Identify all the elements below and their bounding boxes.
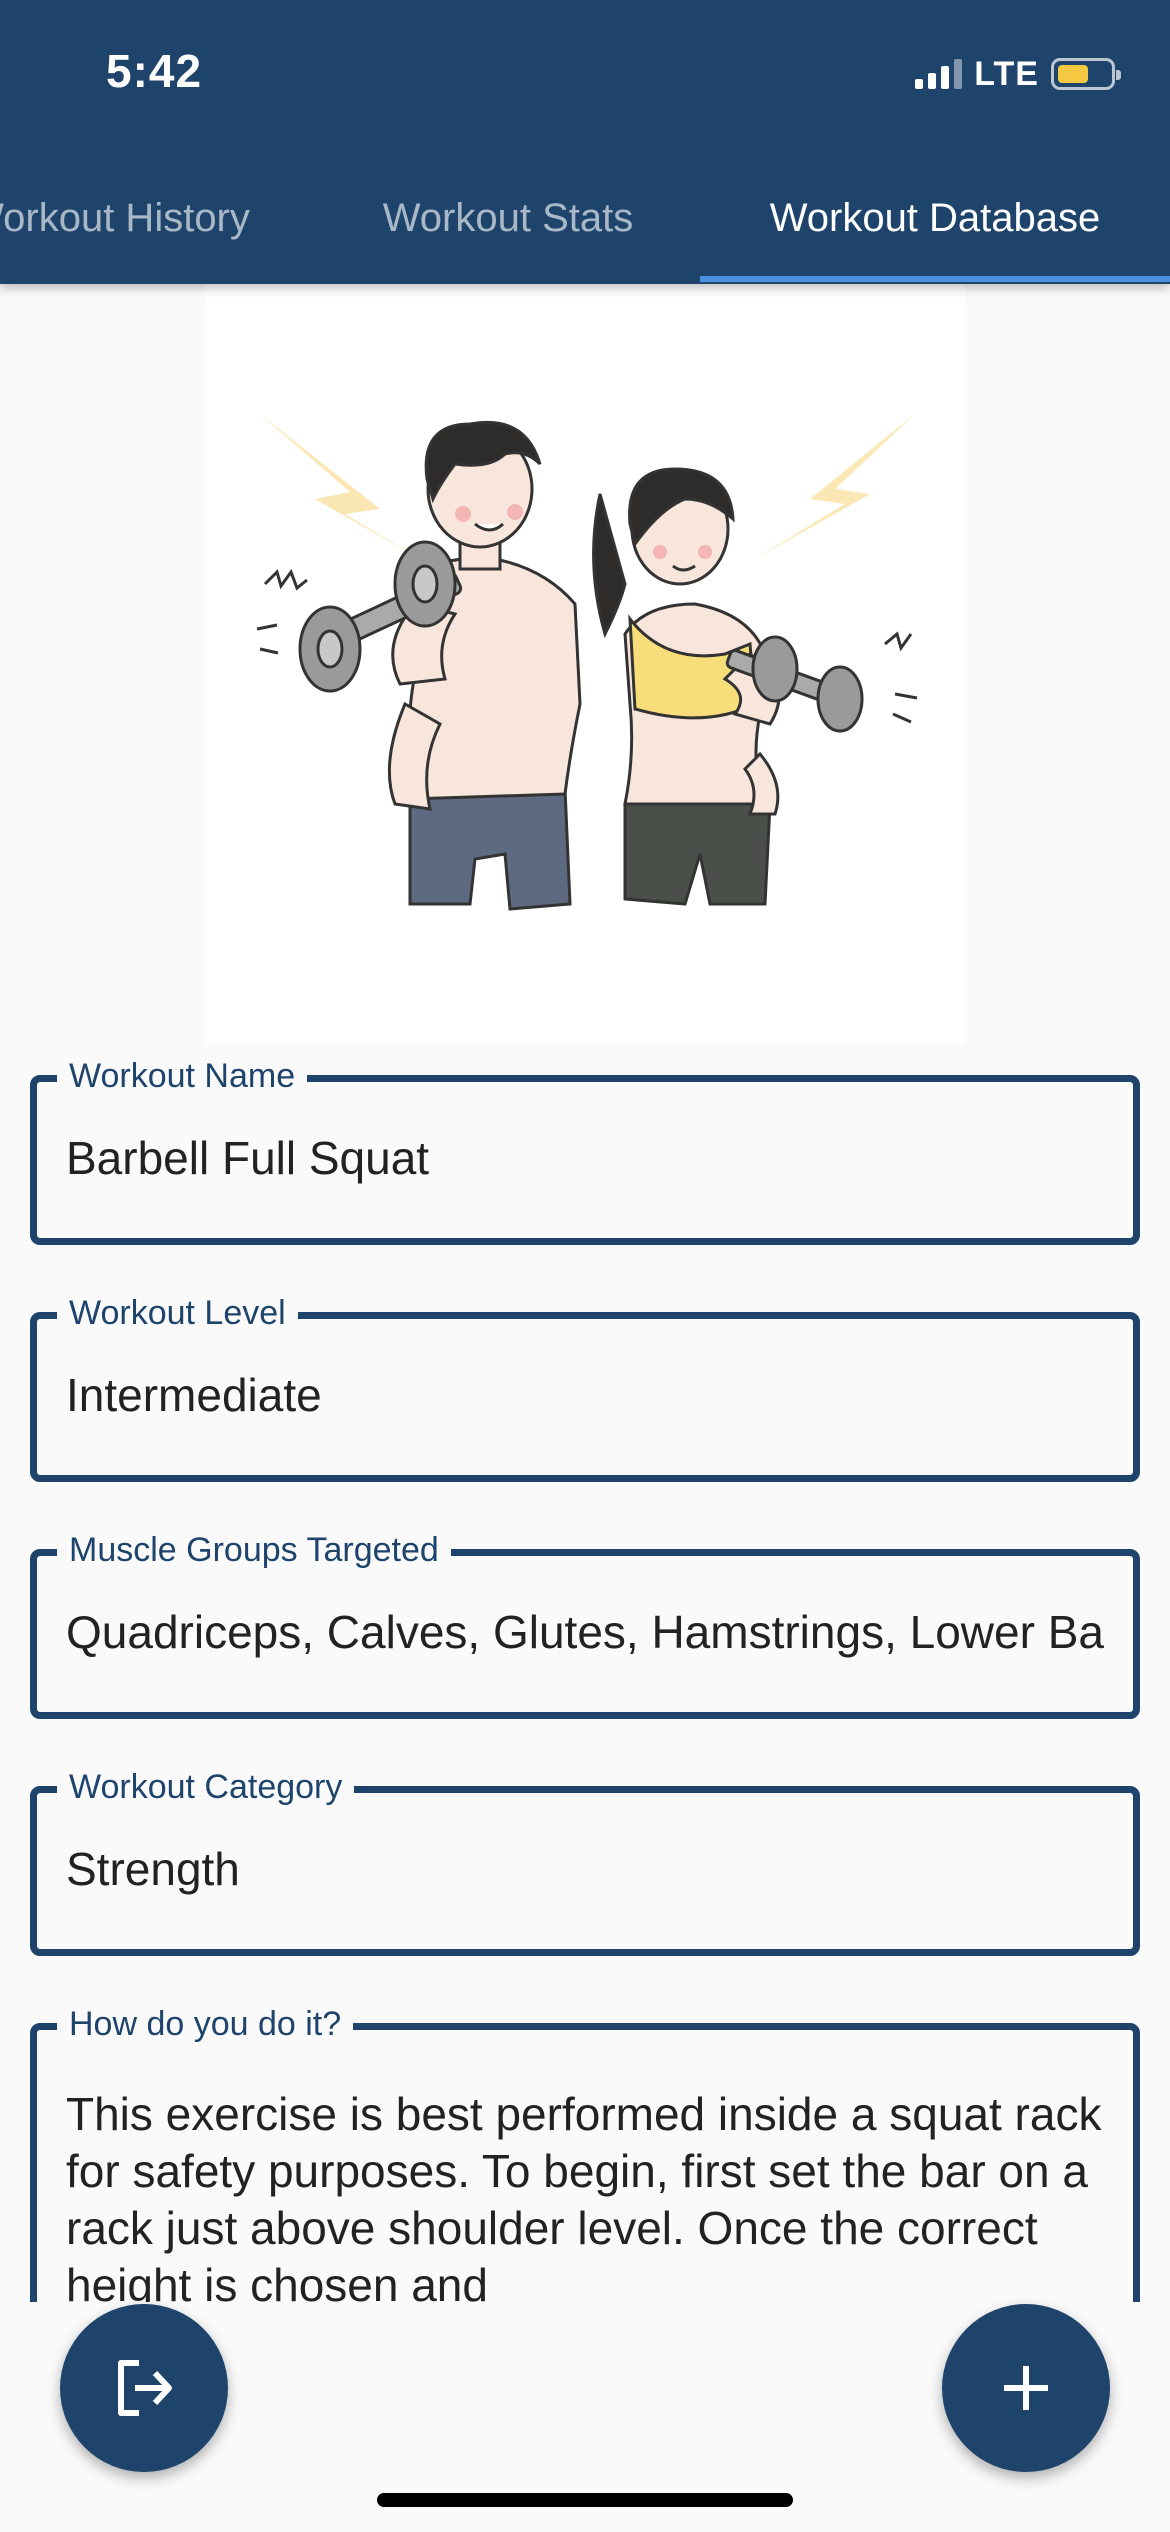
instructions-value[interactable]: This exercise is best performed inside a… [66, 2086, 1104, 2314]
workout-name-label: Workout Name [57, 1056, 308, 1096]
workout-category-label: Workout Category [57, 1767, 355, 1807]
app-screen: 5:42 LTE Workout History Workout Stats W… [0, 0, 1170, 2532]
tab-workout-stats[interactable]: Workout Stats [308, 160, 708, 284]
muscle-groups-label: Muscle Groups Targeted [57, 1530, 451, 1570]
workout-name-field[interactable]: Workout Name Barbell Full Squat [30, 1056, 1140, 1245]
battery-icon [1051, 58, 1121, 90]
home-indicator[interactable] [377, 2493, 793, 2507]
workout-level-value[interactable]: Intermediate [66, 1367, 1104, 1423]
logout-icon [118, 2360, 172, 2416]
tab-workout-database[interactable]: Workout Database [700, 160, 1170, 284]
logout-button[interactable] [60, 2304, 228, 2472]
tab-bar: Workout History Workout Stats Workout Da… [0, 160, 1170, 284]
tab-indicator [700, 276, 1170, 282]
workout-couple-dumbbells-illustration [205, 284, 965, 1044]
status-icons: LTE [915, 54, 1121, 94]
muscle-groups-field[interactable]: Muscle Groups Targeted Quadriceps, Calve… [30, 1530, 1140, 1719]
workout-name-value[interactable]: Barbell Full Squat [66, 1130, 1104, 1186]
app-header: 5:42 LTE Workout History Workout Stats W… [0, 0, 1170, 284]
workout-level-field[interactable]: Workout Level Intermediate [30, 1293, 1140, 1482]
network-label: LTE [974, 54, 1039, 93]
workout-category-field[interactable]: Workout Category Strength [30, 1767, 1140, 1956]
muscle-groups-value[interactable]: Quadriceps, Calves, Glutes, Hamstrings, … [66, 1604, 1104, 1660]
workout-category-value[interactable]: Strength [66, 1841, 1104, 1897]
add-workout-button[interactable] [942, 2304, 1110, 2472]
plus-icon [1004, 2366, 1048, 2410]
instructions-label: How do you do it? [57, 2004, 354, 2044]
tab-workout-history[interactable]: Workout History [0, 160, 308, 284]
status-time: 5:42 [106, 45, 203, 97]
signal-icon [915, 59, 963, 89]
workout-level-label: Workout Level [57, 1293, 298, 1333]
